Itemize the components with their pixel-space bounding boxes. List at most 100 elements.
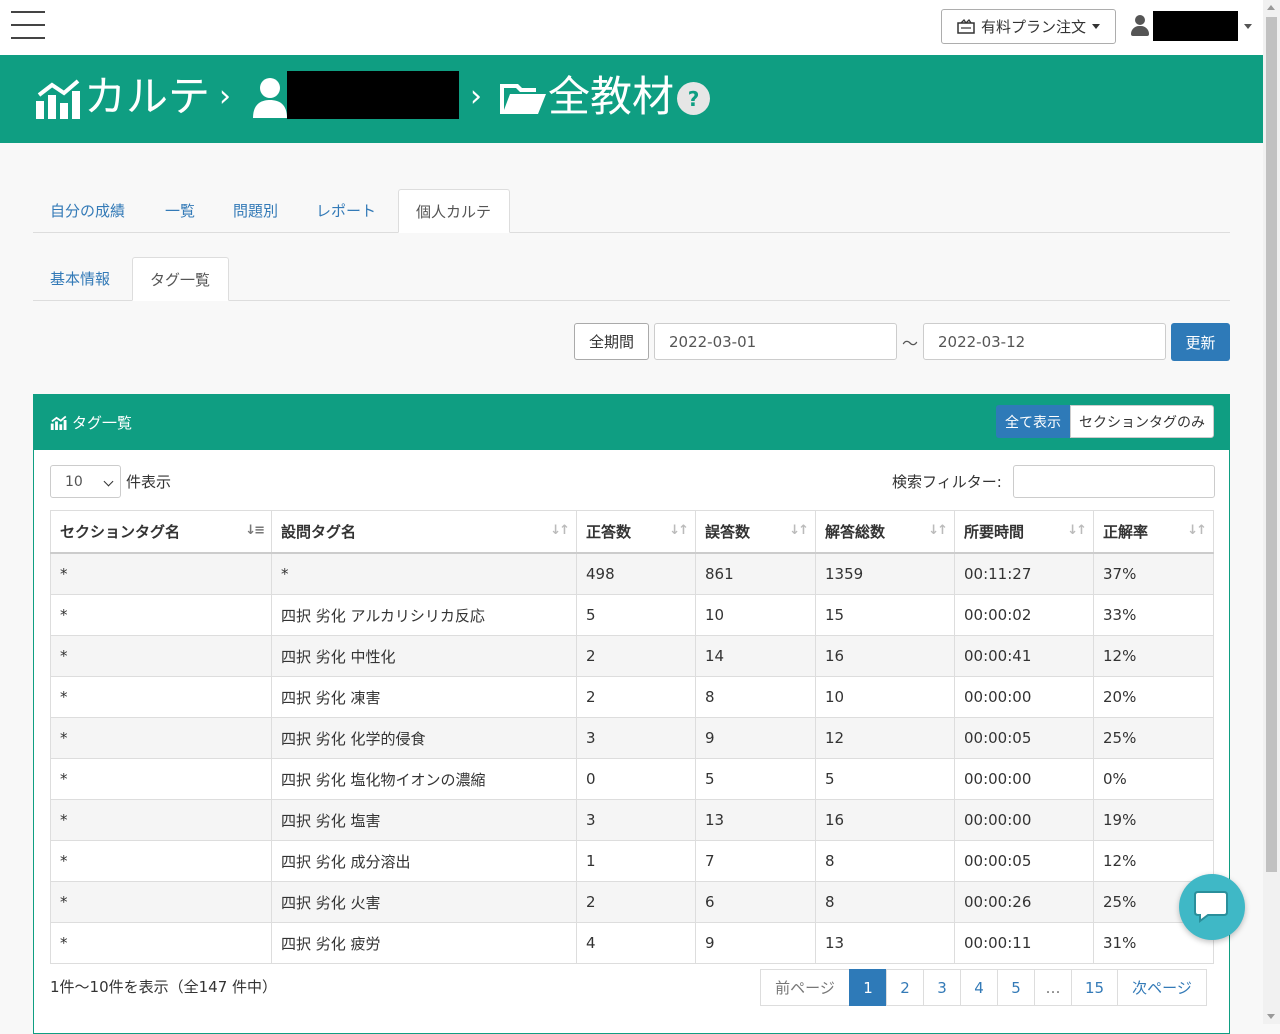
user-menu[interactable] (1131, 10, 1252, 42)
app-title[interactable]: カルテ (84, 65, 210, 129)
tab-my-scores[interactable]: 自分の成績 (33, 189, 142, 233)
page-button-3[interactable]: 3 (923, 969, 961, 1006)
cell-correct: 3 (576, 717, 696, 759)
cell-accuracy: 19% (1093, 799, 1214, 841)
tab-list[interactable]: 一覧 (148, 189, 212, 233)
column-header-incorrect[interactable]: 誤答数 ↓↑ (695, 510, 816, 554)
show-all-button[interactable]: 全て表示 (996, 405, 1070, 438)
next-page-button[interactable]: 次ページ (1117, 969, 1207, 1006)
scrollbar-thumb[interactable] (1266, 17, 1277, 872)
column-header-accuracy[interactable]: 正解率 ↓↑ (1093, 510, 1214, 554)
sub-tabs: 基本情報 タグ一覧 (33, 255, 1230, 301)
table-row: * 四択 劣化 成分溶出 1 7 8 00:00:05 12% (50, 840, 1214, 882)
table-row: * 四択 劣化 火害 2 6 8 00:00:26 25% (50, 881, 1214, 923)
sort-icon: ↓↑ (1187, 523, 1207, 538)
cell-time: 00:00:05 (954, 717, 1094, 759)
page-button-5[interactable]: 5 (997, 969, 1035, 1006)
help-icon[interactable]: ? (677, 82, 710, 115)
column-header-time[interactable]: 所要時間 ↓↑ (954, 510, 1094, 554)
redacted-student-name (287, 71, 459, 119)
page-length-select[interactable]: 10 (50, 465, 121, 498)
column-header-label: 設問タグ名 (281, 523, 357, 541)
cell-correct: 2 (576, 676, 696, 718)
table-row: * 四択 劣化 アルカリシリカ反応 5 10 15 00:00:02 33% (50, 594, 1214, 636)
sort-icon: ↓↑ (1067, 523, 1087, 538)
table-row: * 四択 劣化 塩化物イオンの濃縮 0 5 5 00:00:00 0% (50, 758, 1214, 800)
search-filter-input[interactable] (1013, 465, 1215, 498)
tab-personal-chart[interactable]: 個人カルテ (398, 189, 510, 233)
menu-icon[interactable] (11, 11, 45, 39)
table-row: * * 498 861 1359 00:11:27 37% (50, 552, 1214, 595)
table-body: * * 498 861 1359 00:11:27 37% * 四択 劣化 アルカリシリカ反応 5… (50, 552, 1214, 964)
cell-question-tag: 四択 劣化 中性化 (271, 635, 577, 677)
tab-by-question[interactable]: 問題別 (216, 189, 295, 233)
cell-correct: 5 (576, 594, 696, 636)
cell-correct: 1 (576, 840, 696, 882)
student-icon (253, 78, 287, 118)
pagination: 前ページ 1 2 3 4 5… 15 次ページ (760, 969, 1207, 1006)
cell-section-tag: * (50, 922, 272, 964)
cell-question-tag: 四択 劣化 塩害 (271, 799, 577, 841)
start-date-input[interactable]: 2022-03-01 (654, 323, 897, 360)
cell-accuracy: 25% (1093, 717, 1214, 759)
date-range-separator: 〜 (902, 334, 919, 353)
chat-button[interactable] (1179, 874, 1245, 940)
page-button-1[interactable]: 1 (849, 969, 887, 1006)
tab-tag-list[interactable]: タグ一覧 (132, 257, 229, 301)
scroll-down-icon[interactable] (1267, 1014, 1275, 1019)
cell-total: 15 (815, 594, 955, 636)
table-row: * 四択 劣化 塩害 3 13 16 00:00:00 19% (50, 799, 1214, 841)
section-tags-only-button[interactable]: セクションタグのみ (1070, 405, 1214, 438)
cell-incorrect: 14 (695, 635, 816, 677)
sort-icon: ↓↑ (789, 523, 809, 538)
cell-total: 8 (815, 881, 955, 923)
chart-logo-icon (50, 415, 67, 430)
table-header-row: セクションタグ名 ↓≡ 設問タグ名 ↓↑ 正答数 ↓↑ 誤答数 ↓↑ 解答総数 ↓↑ 所要時間 ↓↑ 正… (50, 510, 1214, 554)
cell-question-tag: 四択 劣化 成分溶出 (271, 840, 577, 882)
cell-section-tag: * (50, 635, 272, 677)
page-button-15[interactable]: 15 (1071, 969, 1118, 1006)
cell-correct: 2 (576, 881, 696, 923)
cell-section-tag: * (50, 799, 272, 841)
cell-time: 00:00:05 (954, 840, 1094, 882)
column-header-section-tag[interactable]: セクションタグ名 ↓≡ (50, 510, 272, 554)
cell-accuracy: 0% (1093, 758, 1214, 800)
chevron-down-icon (103, 476, 114, 487)
cell-total: 8 (815, 840, 955, 882)
page-button-4[interactable]: 4 (960, 969, 998, 1006)
page-button-2[interactable]: 2 (886, 969, 924, 1006)
cell-time: 00:00:00 (954, 799, 1094, 841)
cell-incorrect: 8 (695, 676, 816, 718)
panel-title-text: タグ一覧 (72, 414, 133, 432)
tab-basic-info[interactable]: 基本情報 (33, 257, 127, 301)
sort-icon: ↓↑ (928, 523, 948, 538)
column-header-total[interactable]: 解答総数 ↓↑ (815, 510, 955, 554)
cell-time: 00:00:41 (954, 635, 1094, 677)
column-header-correct[interactable]: 正答数 ↓↑ (576, 510, 696, 554)
folder-open-icon (500, 84, 546, 114)
all-period-button[interactable]: 全期間 (574, 323, 649, 360)
tab-report[interactable]: レポート (299, 189, 393, 233)
caret-down-icon (1092, 24, 1100, 29)
cell-section-tag: * (50, 594, 272, 636)
cell-question-tag: 四択 劣化 塩化物イオンの濃縮 (271, 758, 577, 800)
cell-incorrect: 13 (695, 799, 816, 841)
update-button[interactable]: 更新 (1171, 323, 1230, 361)
sort-icon: ↓↑ (669, 523, 689, 538)
prev-page-button[interactable]: 前ページ (760, 969, 850, 1006)
scrollbar[interactable] (1263, 0, 1280, 1024)
purchase-icon (957, 19, 975, 34)
scroll-up-icon[interactable] (1267, 5, 1275, 10)
breadcrumb-separator-icon: › (219, 79, 231, 114)
cell-incorrect: 5 (695, 758, 816, 800)
cell-correct: 4 (576, 922, 696, 964)
end-date-input[interactable]: 2022-03-12 (923, 323, 1166, 360)
column-header-question-tag[interactable]: 設問タグ名 ↓↑ (271, 510, 577, 554)
column-header-label: 所要時間 (964, 523, 1025, 541)
paid-plan-order-label: 有料プラン注文 (980, 18, 1086, 36)
paid-plan-order-button[interactable]: 有料プラン注文 (941, 9, 1116, 44)
cell-accuracy: 12% (1093, 635, 1214, 677)
page-length-value: 10 (65, 473, 83, 490)
cell-total: 16 (815, 635, 955, 677)
table-info: 1件〜10件を表示（全147 件中） (50, 978, 278, 996)
